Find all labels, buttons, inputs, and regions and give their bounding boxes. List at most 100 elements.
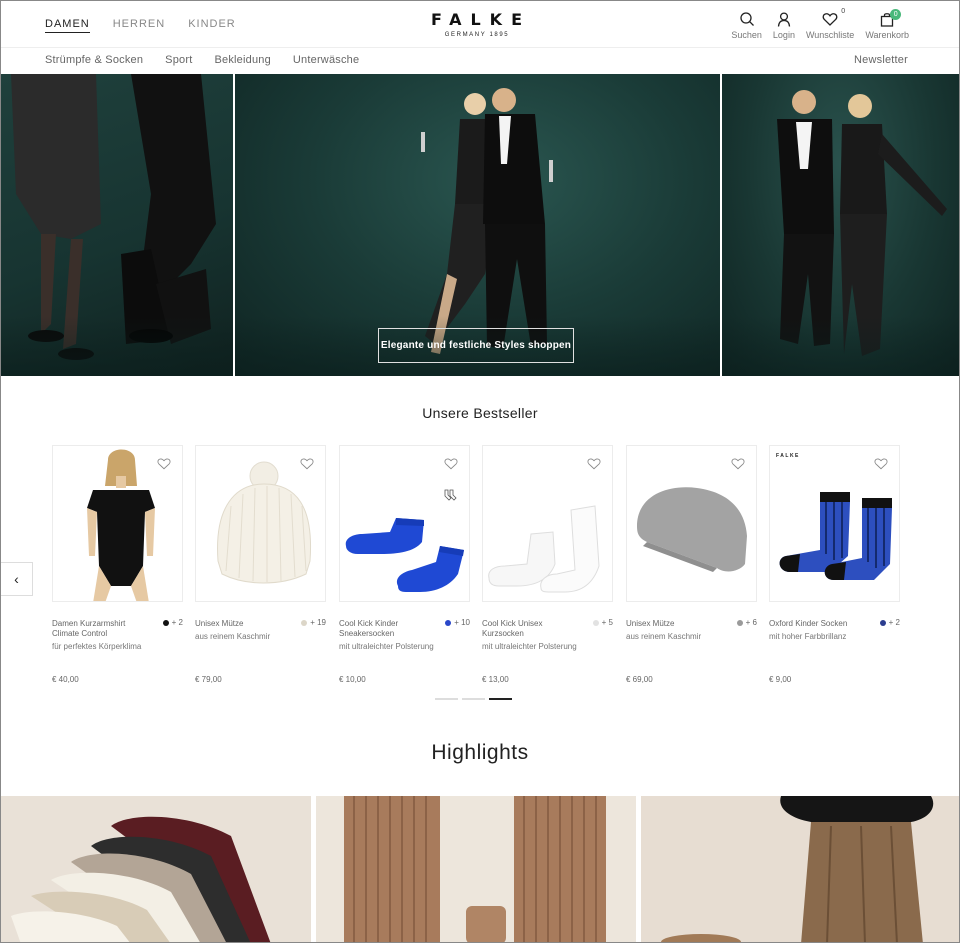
header-actions: Suchen Login 0 Wunschliste 0 Warenkorb bbox=[731, 8, 909, 40]
color-swatches[interactable]: + 2 bbox=[162, 618, 183, 627]
wishlist-heart-icon[interactable] bbox=[300, 457, 314, 470]
product-subtitle: aus reinem Kaschmir bbox=[195, 632, 271, 641]
product-subtitle: mit ultraleichter Polsterung bbox=[339, 642, 434, 651]
more-colors: + 19 bbox=[310, 618, 326, 627]
hero-image-left bbox=[1, 74, 233, 376]
cart-button[interactable]: 0 Warenkorb bbox=[865, 9, 909, 40]
highlights-grid bbox=[1, 796, 959, 942]
product-image[interactable] bbox=[482, 445, 613, 602]
product-image[interactable] bbox=[52, 445, 183, 602]
left-right-sock-icon bbox=[444, 489, 457, 501]
product-price: € 9,00 bbox=[769, 675, 792, 684]
knit-sleeves-illustration bbox=[344, 796, 606, 942]
product-card[interactable]: FALKE + 2 Oxford Kinder Socken mit hoher… bbox=[769, 445, 900, 684]
product-card[interactable]: + 19 Unisex Mütze aus reinem Kaschmir € … bbox=[195, 445, 326, 684]
hero-image-right bbox=[722, 74, 959, 376]
product-subtitle: für perfektes Körperklima bbox=[52, 642, 142, 651]
heart-icon bbox=[822, 13, 838, 26]
nav-item-bekleidung[interactable]: Bekleidung bbox=[214, 54, 270, 66]
wishlist-count: 0 bbox=[841, 8, 846, 15]
folded-socks-stack-illustration bbox=[11, 816, 271, 942]
wishlist-label: Wunschliste bbox=[805, 30, 855, 40]
wishlist-heart-icon[interactable] bbox=[874, 457, 888, 470]
site-header: DAMEN HERREN KINDER FALKE GERMANY 1895 S… bbox=[1, 1, 959, 48]
more-colors: + 10 bbox=[454, 618, 470, 627]
carousel-prev-button[interactable]: ‹ bbox=[1, 562, 33, 596]
tab-damen[interactable]: DAMEN bbox=[45, 18, 90, 33]
product-price: € 13,00 bbox=[482, 675, 509, 684]
nav-item-sport[interactable]: Sport bbox=[165, 54, 192, 66]
product-image[interactable] bbox=[339, 445, 470, 602]
color-swatches[interactable]: + 6 bbox=[736, 618, 757, 627]
search-button[interactable]: Suchen bbox=[731, 11, 762, 40]
search-label: Suchen bbox=[731, 30, 762, 40]
hero-shop-button[interactable]: Elegante und festliche Styles shoppen bbox=[378, 328, 574, 363]
color-swatches[interactable]: + 10 bbox=[445, 618, 470, 627]
product-card[interactable]: + 10 Cool Kick Kinder Sneakersocken mit … bbox=[339, 445, 470, 684]
product-name[interactable]: Cool Kick Kinder Sneakersocken bbox=[339, 619, 439, 639]
product-name[interactable]: Damen Kurzarmshirt Climate Control bbox=[52, 619, 152, 639]
more-colors: + 6 bbox=[745, 618, 757, 627]
wishlist-button[interactable]: 0 Wunschliste bbox=[805, 8, 855, 40]
product-price: € 10,00 bbox=[339, 675, 366, 684]
wishlist-heart-icon[interactable] bbox=[157, 457, 171, 470]
product-card[interactable]: + 2 Damen Kurzarmshirt Climate Control f… bbox=[52, 445, 183, 684]
nav-item-unterwaesche[interactable]: Unterwäsche bbox=[293, 54, 359, 66]
color-swatches[interactable]: + 2 bbox=[879, 618, 900, 627]
wishlist-heart-icon[interactable] bbox=[731, 457, 745, 470]
product-name[interactable]: Unisex Mütze bbox=[195, 619, 295, 629]
product-name[interactable]: Unisex Mütze bbox=[626, 619, 726, 629]
product-image[interactable]: FALKE bbox=[769, 445, 900, 602]
tab-kinder[interactable]: KINDER bbox=[188, 18, 236, 33]
highlight-tile[interactable] bbox=[316, 796, 636, 942]
product-subtitle: aus reinem Kaschmir bbox=[626, 632, 702, 641]
newsletter-link[interactable]: Newsletter bbox=[854, 54, 908, 66]
gender-nav: DAMEN HERREN KINDER bbox=[45, 18, 236, 33]
wishlist-heart-icon[interactable] bbox=[444, 457, 458, 470]
swatch-dot bbox=[301, 619, 308, 626]
product-card[interactable]: + 6 Unisex Mütze aus reinem Kaschmir € 6… bbox=[626, 445, 757, 684]
hero-banner[interactable]: Elegante und festliche Styles shoppen bbox=[1, 74, 959, 376]
carousel-dot[interactable] bbox=[435, 698, 458, 700]
swatch-dot bbox=[445, 619, 452, 626]
product-brand-badge: FALKE bbox=[776, 453, 800, 459]
category-nav: Strümpfe & Socken Sport Bekleidung Unter… bbox=[1, 48, 959, 74]
product-price: € 40,00 bbox=[52, 675, 79, 684]
logo-tagline: GERMANY 1895 bbox=[444, 32, 510, 38]
falke-logo[interactable]: FALKE GERMANY 1895 bbox=[421, 10, 533, 38]
swatch-dot bbox=[736, 619, 743, 626]
color-swatches[interactable]: + 5 bbox=[592, 618, 613, 627]
product-image[interactable] bbox=[626, 445, 757, 602]
bestseller-title: Unsere Bestseller bbox=[422, 405, 538, 421]
more-colors: + 5 bbox=[601, 618, 613, 627]
product-subtitle: mit hoher Farbbrillanz bbox=[769, 632, 847, 641]
swatch-dot bbox=[879, 619, 886, 626]
cart-count-badge: 0 bbox=[890, 9, 902, 20]
search-icon bbox=[740, 12, 754, 26]
carousel-pagination bbox=[435, 698, 512, 700]
chevron-left-icon: ‹ bbox=[14, 571, 19, 587]
swatch-dot bbox=[592, 619, 599, 626]
color-swatches[interactable]: + 19 bbox=[301, 618, 326, 627]
product-image[interactable] bbox=[195, 445, 326, 602]
more-colors: + 2 bbox=[171, 618, 183, 627]
highlight-tile[interactable] bbox=[641, 796, 959, 942]
product-price: € 79,00 bbox=[195, 675, 222, 684]
user-icon bbox=[777, 12, 791, 27]
wishlist-heart-icon[interactable] bbox=[587, 457, 601, 470]
product-price: € 69,00 bbox=[626, 675, 653, 684]
product-subtitle: mit ultraleichter Polsterung bbox=[482, 642, 577, 651]
carousel-dot[interactable] bbox=[462, 698, 485, 700]
bestseller-carousel: + 2 Damen Kurzarmshirt Climate Control f… bbox=[52, 445, 912, 695]
product-name[interactable]: Oxford Kinder Socken bbox=[769, 619, 869, 629]
more-colors: + 2 bbox=[888, 618, 900, 627]
cart-label: Warenkorb bbox=[865, 30, 909, 40]
carousel-dot-active[interactable] bbox=[489, 698, 512, 700]
product-card[interactable]: + 5 Cool Kick Unisex Kurzsocken mit ultr… bbox=[482, 445, 613, 684]
highlight-tile[interactable] bbox=[1, 796, 311, 942]
product-name[interactable]: Cool Kick Unisex Kurzsocken bbox=[482, 619, 582, 639]
tab-herren[interactable]: HERREN bbox=[113, 18, 165, 33]
nav-item-socken[interactable]: Strümpfe & Socken bbox=[45, 54, 143, 66]
swatch-dot bbox=[162, 619, 169, 626]
login-button[interactable]: Login bbox=[773, 11, 795, 40]
